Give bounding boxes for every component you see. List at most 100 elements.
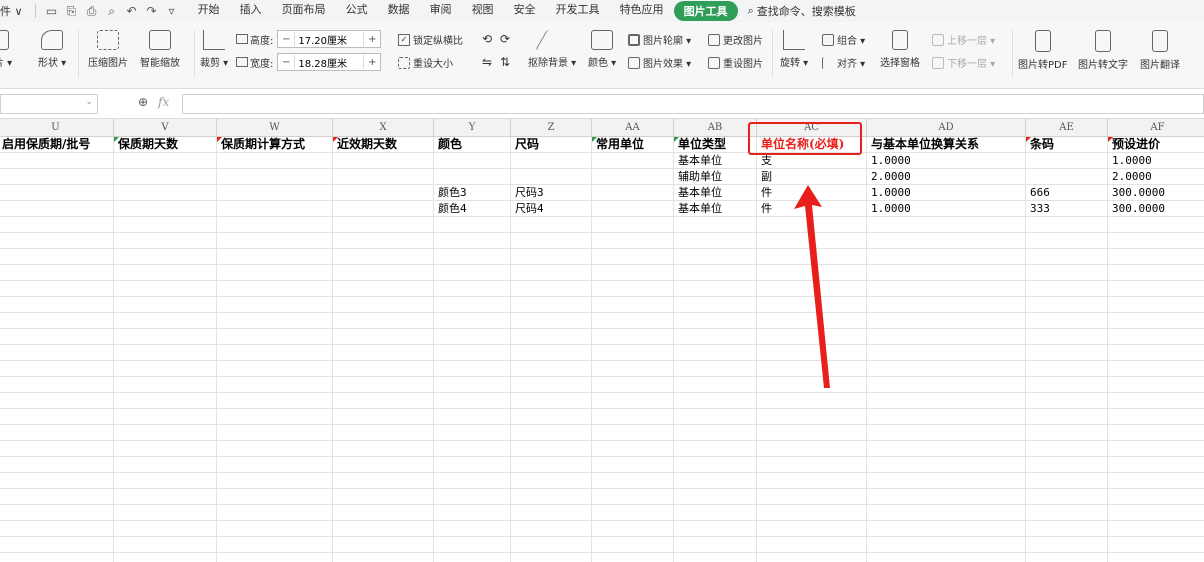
column-letter-y[interactable]: Y: [434, 119, 511, 136]
cell[interactable]: [434, 361, 511, 377]
cell[interactable]: [867, 249, 1026, 265]
cell[interactable]: [434, 329, 511, 345]
print-preview-icon[interactable]: ⌕: [105, 4, 119, 18]
cell[interactable]: [674, 217, 757, 233]
cell[interactable]: [0, 169, 114, 185]
cell[interactable]: [511, 553, 592, 562]
cell[interactable]: [757, 489, 867, 505]
height-increase-button[interactable]: +: [364, 34, 380, 45]
cell[interactable]: [511, 313, 592, 329]
cell[interactable]: [434, 505, 511, 521]
cell[interactable]: [674, 393, 757, 409]
cell[interactable]: 基本单位: [674, 201, 757, 217]
cell[interactable]: [592, 153, 674, 169]
cell[interactable]: [1026, 409, 1108, 425]
cell[interactable]: [674, 233, 757, 249]
cell[interactable]: [333, 521, 434, 537]
cell[interactable]: 1.0000: [867, 185, 1026, 201]
cell[interactable]: [333, 441, 434, 457]
rotate-left-button[interactable]: ⟲: [482, 32, 492, 46]
column-letter-af[interactable]: AF: [1108, 119, 1204, 136]
cell[interactable]: [333, 297, 434, 313]
cell[interactable]: [114, 537, 217, 553]
cell[interactable]: [1108, 297, 1204, 313]
cell[interactable]: [674, 249, 757, 265]
cell[interactable]: [333, 489, 434, 505]
cell[interactable]: [511, 297, 592, 313]
cell[interactable]: [511, 457, 592, 473]
cell[interactable]: [0, 201, 114, 217]
cell[interactable]: [333, 425, 434, 441]
cell[interactable]: [217, 457, 333, 473]
cell[interactable]: [333, 553, 434, 562]
picture-effect-button[interactable]: 图片效果 ▾: [628, 55, 691, 70]
fx-icon[interactable]: fx: [158, 95, 169, 109]
cell[interactable]: [333, 153, 434, 169]
cell[interactable]: [592, 233, 674, 249]
cell[interactable]: [434, 425, 511, 441]
cell[interactable]: [674, 457, 757, 473]
cell[interactable]: [511, 329, 592, 345]
cell[interactable]: [592, 329, 674, 345]
cell[interactable]: [434, 233, 511, 249]
picture-translate-button[interactable]: 图片翻译: [1140, 30, 1180, 71]
cell[interactable]: [757, 361, 867, 377]
cell[interactable]: [114, 521, 217, 537]
cell[interactable]: [217, 201, 333, 217]
column-letter-z[interactable]: Z: [511, 119, 592, 136]
cell[interactable]: [1108, 521, 1204, 537]
cell[interactable]: [114, 361, 217, 377]
cell[interactable]: [114, 377, 217, 393]
cell[interactable]: [217, 153, 333, 169]
cell[interactable]: [333, 313, 434, 329]
cell[interactable]: [1026, 553, 1108, 562]
cell[interactable]: [0, 553, 114, 562]
cell[interactable]: 333: [1026, 201, 1108, 217]
cell[interactable]: [434, 441, 511, 457]
partial-picture-button[interactable]: 片 ▾: [0, 30, 12, 69]
cell[interactable]: [757, 265, 867, 281]
tab-0[interactable]: 开始: [188, 1, 230, 21]
cell[interactable]: [757, 233, 867, 249]
cell[interactable]: [592, 473, 674, 489]
cell[interactable]: [434, 153, 511, 169]
cell[interactable]: [1108, 425, 1204, 441]
cell[interactable]: [1026, 249, 1108, 265]
column-letter-x[interactable]: X: [333, 119, 434, 136]
cell[interactable]: [217, 345, 333, 361]
header-cell-u[interactable]: 启用保质期/批号: [0, 137, 114, 153]
column-letter-ad[interactable]: AD: [867, 119, 1026, 136]
cell[interactable]: [757, 345, 867, 361]
cell[interactable]: [434, 457, 511, 473]
column-letter-ae[interactable]: AE: [1026, 119, 1108, 136]
header-cell-z[interactable]: 尺码: [511, 137, 592, 153]
cell[interactable]: 2.0000: [867, 169, 1026, 185]
cell[interactable]: [1026, 361, 1108, 377]
cell[interactable]: [592, 217, 674, 233]
cell[interactable]: [0, 425, 114, 441]
cell[interactable]: [114, 233, 217, 249]
cell[interactable]: [1026, 329, 1108, 345]
cell[interactable]: [511, 265, 592, 281]
cell[interactable]: 300.0000: [1108, 185, 1204, 201]
cell[interactable]: [867, 217, 1026, 233]
cell[interactable]: [1108, 313, 1204, 329]
cell[interactable]: [592, 361, 674, 377]
cell[interactable]: [434, 521, 511, 537]
align-button[interactable]: 对齐 ▾: [822, 55, 865, 70]
cell[interactable]: [592, 185, 674, 201]
cell[interactable]: [434, 553, 511, 562]
cell[interactable]: [0, 393, 114, 409]
cell[interactable]: [757, 377, 867, 393]
cell[interactable]: [674, 345, 757, 361]
cell[interactable]: [1026, 505, 1108, 521]
cell[interactable]: [333, 217, 434, 233]
cell[interactable]: [0, 329, 114, 345]
cell[interactable]: [1026, 233, 1108, 249]
cell[interactable]: [1108, 505, 1204, 521]
cell[interactable]: [0, 265, 114, 281]
group-button[interactable]: 组合 ▾: [822, 32, 865, 47]
cell[interactable]: [592, 505, 674, 521]
cell[interactable]: [434, 393, 511, 409]
export-pdf-icon[interactable]: ⎘: [65, 4, 79, 18]
